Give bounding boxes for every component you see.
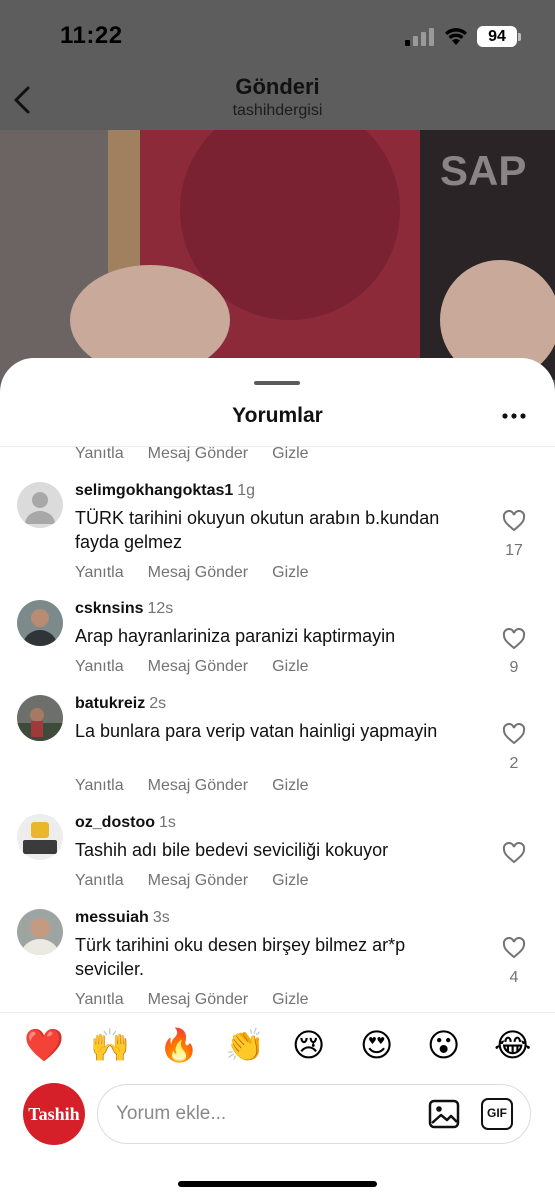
gif-icon[interactable]: GIF — [481, 1098, 513, 1130]
heart-icon[interactable] — [502, 723, 526, 745]
comment-username[interactable]: oz_dostoo 1s — [75, 814, 176, 832]
heart-icon[interactable] — [502, 510, 526, 532]
reply-button[interactable]: Yanıtla — [75, 777, 124, 795]
reply-button[interactable]: Yanıtla — [75, 658, 124, 676]
hide-button[interactable]: Gizle — [272, 445, 308, 463]
comment-actions: Yanıtla Mesaj Gönder Gizle — [75, 445, 333, 463]
send-message-button[interactable]: Mesaj Gönder — [148, 777, 249, 795]
send-message-button[interactable]: Mesaj Gönder — [148, 991, 249, 1009]
comment-time: 1s — [159, 814, 176, 831]
avatar[interactable] — [17, 814, 63, 860]
comment-username[interactable]: messuiah 3s — [75, 909, 170, 927]
status-bar: 11:22 94 — [0, 0, 555, 70]
comment-time: 12s — [147, 600, 174, 617]
avatar[interactable] — [17, 909, 63, 955]
page-title: Gönderi — [235, 74, 320, 99]
comment-text: TÜRK tarihini okuyun okutun arabın b.kun… — [75, 508, 440, 552]
like-count: 9 — [509, 659, 519, 676]
wifi-icon — [445, 28, 467, 45]
comment-time: 2s — [149, 695, 167, 712]
comment-text: La bunlara para verip vatan hainligi yap… — [75, 721, 438, 741]
comment-time: 1g — [237, 482, 256, 499]
home-indicator — [178, 1181, 377, 1187]
hide-button[interactable]: Gizle — [272, 991, 308, 1009]
send-message-button[interactable]: Mesaj Gönder — [148, 872, 249, 890]
status-time: 11:22 — [60, 22, 123, 49]
crying-face-emoji[interactable]: 😢 — [292, 1027, 325, 1063]
send-message-button[interactable]: Mesaj Gönder — [148, 658, 249, 676]
raising-hands-emoji[interactable]: 🙌 — [90, 1027, 130, 1063]
emoji-reaction-bar: ❤️ 🙌 🔥 👏 😢 😍 😮 😂 — [0, 1012, 555, 1080]
reply-button[interactable]: Yanıtla — [75, 991, 124, 1009]
post-header: Gönderi tashihdergisi — [0, 70, 555, 130]
comment-actions: Yanıtla Mesaj Gönder Gizle — [75, 658, 333, 676]
comment-actions: Yanıtla Mesaj Gönder Gizle — [75, 991, 333, 1009]
hide-button[interactable]: Gizle — [272, 777, 308, 795]
heart-icon[interactable] — [502, 937, 526, 959]
comment-actions: Yanıtla Mesaj Gönder Gizle — [75, 872, 333, 890]
clapping-hands-emoji[interactable]: 👏 — [225, 1027, 265, 1063]
cellular-signal-icon — [405, 28, 434, 46]
battery-indicator: 94 — [477, 26, 517, 47]
comment-actions: Yanıtla Mesaj Gönder Gizle — [75, 564, 333, 582]
hide-button[interactable]: Gizle — [272, 564, 308, 582]
account-name[interactable]: tashihdergisi — [0, 102, 555, 120]
tears-of-joy-emoji[interactable]: 😂 — [494, 1027, 531, 1063]
post-image: SAP — [0, 130, 555, 380]
svg-text:SAP: SAP — [440, 147, 526, 194]
avatar[interactable] — [17, 695, 63, 741]
red-heart-emoji[interactable]: ❤️ — [24, 1027, 64, 1063]
comment-text: Tashih adı bile bedevi seviciliği kokuyo… — [75, 840, 389, 860]
comment-username[interactable]: selimgokhangoktas1 1g — [75, 482, 255, 500]
avatar[interactable] — [17, 600, 63, 646]
avatar-default[interactable] — [17, 482, 63, 528]
comment-input[interactable] — [116, 1099, 406, 1129]
surprised-face-emoji[interactable]: 😮 — [427, 1027, 460, 1063]
heart-eyes-emoji[interactable]: 😍 — [360, 1027, 393, 1063]
comment-username[interactable]: batukreiz 2s — [75, 695, 166, 713]
battery-tip — [518, 33, 521, 41]
fire-emoji[interactable]: 🔥 — [159, 1027, 199, 1063]
drag-handle[interactable] — [254, 381, 300, 385]
comment-actions: Yanıtla Mesaj Gönder Gizle — [75, 777, 333, 795]
reply-button[interactable]: Yanıtla — [75, 564, 124, 582]
comment-time: 3s — [152, 909, 170, 926]
send-message-button[interactable]: Mesaj Gönder — [148, 445, 249, 463]
send-message-button[interactable]: Mesaj Gönder — [148, 564, 249, 582]
more-options-icon[interactable] — [502, 412, 526, 420]
comment-composer: Tashih — [0, 1080, 555, 1160]
comment-username[interactable]: csknsins 12s — [75, 600, 173, 618]
comment-input-box[interactable] — [97, 1084, 531, 1144]
heart-icon[interactable] — [502, 842, 526, 864]
hide-button[interactable]: Gizle — [272, 658, 308, 676]
reply-button[interactable]: Yanıtla — [75, 445, 124, 463]
comment-text: Arap hayranlariniza paranizi kaptirmayin — [75, 626, 396, 646]
comments-title: Yorumlar — [232, 404, 323, 427]
heart-icon[interactable] — [502, 628, 526, 650]
user-avatar[interactable]: Tashih — [23, 1083, 85, 1145]
comment-text: Türk tarihini oku desen birşey bilmez ar… — [75, 935, 406, 979]
like-count: 17 — [505, 542, 523, 559]
hide-button[interactable]: Gizle — [272, 872, 308, 890]
image-icon[interactable] — [428, 1098, 460, 1130]
like-count: 4 — [509, 969, 519, 986]
like-count: 2 — [509, 755, 519, 772]
reply-button[interactable]: Yanıtla — [75, 872, 124, 890]
